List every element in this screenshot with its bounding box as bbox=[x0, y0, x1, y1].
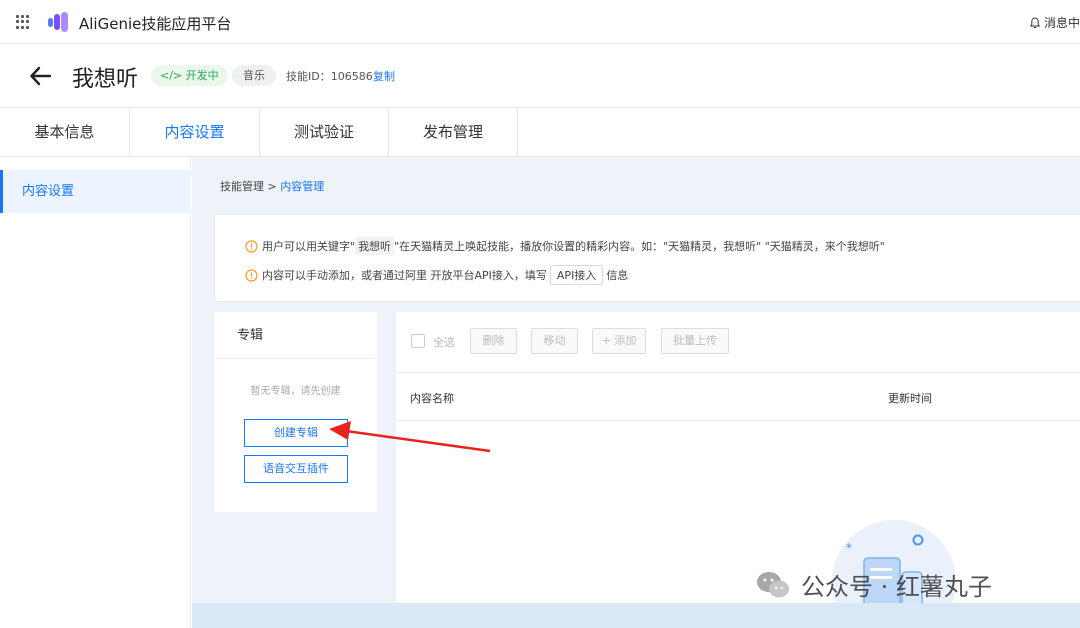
back-arrow-icon[interactable] bbox=[28, 63, 54, 89]
tab-publish[interactable]: 发布管理 bbox=[389, 108, 518, 156]
tip-1-pre: 用户可以用关键字 bbox=[262, 240, 350, 253]
notice-label: 消息中 bbox=[1043, 16, 1080, 30]
breadcrumb-separator: > bbox=[267, 180, 277, 193]
main-area: 技能管理 > 内容管理 用户可以用关键字 " 我想听 "在天猫精灵上唤起技能，播放… bbox=[192, 157, 1080, 628]
breadcrumb-current: 内容管理 bbox=[280, 180, 325, 193]
bell-icon bbox=[1029, 16, 1041, 28]
breadcrumb-parent[interactable]: 技能管理 bbox=[220, 180, 264, 193]
column-content-name: 内容名称 bbox=[410, 392, 454, 405]
skill-name: 我想听 bbox=[72, 67, 139, 92]
tip-2-post: 信息 bbox=[606, 269, 629, 282]
watermark-text: 公众号 · 红薯丸子 bbox=[801, 573, 992, 601]
sidebar: 内容设置 bbox=[0, 157, 191, 628]
tip-line-1: 用户可以用关键字 " 我想听 "在天猫精灵上唤起技能，播放你设置的精彩内容。如："… bbox=[245, 237, 885, 255]
batch-upload-button[interactable]: 批量上传 bbox=[661, 328, 729, 354]
select-all-checkbox[interactable] bbox=[411, 334, 425, 348]
tip-line-2: 内容可以手动添加，或者通过阿里 开放平台API接入，填写 API接入 信息 bbox=[245, 265, 628, 285]
app-grid-icon[interactable] bbox=[16, 15, 30, 29]
category-badge: 音乐 bbox=[232, 65, 276, 86]
svg-text:*: * bbox=[846, 541, 852, 555]
notice-center[interactable]: 消息中 bbox=[1029, 14, 1080, 31]
tip-1-post: "在天猫精灵上唤起技能，播放你设置的精彩内容。如："天猫精灵，我想听" "天猫精… bbox=[394, 240, 885, 253]
album-panel: 专辑 暂无专辑，请先创建 创建专辑 语音交互插件 bbox=[214, 312, 377, 512]
code-icon: </> bbox=[160, 69, 186, 82]
watermark: 公众号 · 红薯丸子 bbox=[755, 567, 992, 602]
top-bar: AliGenie技能应用平台 消息中 bbox=[0, 0, 1080, 44]
api-access-tag[interactable]: API接入 bbox=[549, 265, 604, 285]
copy-id-link[interactable]: 复制 bbox=[373, 68, 395, 84]
tab-content-settings[interactable]: 内容设置 bbox=[130, 108, 260, 156]
app-title: AliGenie技能应用平台 bbox=[79, 15, 232, 33]
table-header: 内容名称 更新时间 bbox=[396, 373, 1080, 421]
info-icon bbox=[245, 268, 258, 282]
move-button[interactable]: 移动 bbox=[531, 328, 578, 354]
breadcrumb: 技能管理 > 内容管理 bbox=[220, 178, 324, 194]
album-empty-text: 暂无专辑，请先创建 bbox=[250, 386, 341, 397]
skill-header: 我想听 </> 开发中 音乐 技能ID：106586 复制 bbox=[0, 45, 1080, 107]
voice-plugin-button[interactable]: 语音交互插件 bbox=[244, 455, 348, 483]
create-album-button[interactable]: 创建专辑 bbox=[244, 419, 348, 447]
content-toolbar: 全选 删除 移动 + 添加 批量上传 bbox=[396, 312, 1080, 373]
wechat-icon bbox=[757, 571, 789, 597]
bottom-band bbox=[192, 603, 1080, 628]
tab-test-verify[interactable]: 测试验证 bbox=[260, 108, 389, 156]
sidebar-item-content-settings[interactable]: 内容设置 bbox=[0, 170, 191, 213]
column-update-time: 更新时间 bbox=[888, 392, 932, 405]
aligenie-logo-icon bbox=[48, 12, 68, 32]
album-title: 专辑 bbox=[214, 312, 377, 359]
tab-basic-info[interactable]: 基本信息 bbox=[0, 108, 130, 156]
add-button[interactable]: + 添加 bbox=[592, 328, 646, 354]
status-label: 开发中 bbox=[185, 69, 219, 82]
info-icon bbox=[245, 239, 258, 253]
select-all-label: 全选 bbox=[433, 336, 455, 349]
tip-2-pre: 内容可以手动添加，或者通过阿里 开放平台API接入，填写 bbox=[262, 269, 547, 282]
tab-bar: 基本信息 内容设置 测试验证 发布管理 bbox=[0, 107, 1080, 157]
tip-1-keyword: 我想听 bbox=[355, 237, 395, 255]
tips-panel: 用户可以用关键字 " 我想听 "在天猫精灵上唤起技能，播放你设置的精彩内容。如："… bbox=[214, 214, 1080, 302]
delete-button[interactable]: 删除 bbox=[470, 328, 517, 354]
status-badge: </> 开发中 bbox=[151, 65, 228, 86]
skill-id: 技能ID：106586 bbox=[286, 70, 373, 83]
